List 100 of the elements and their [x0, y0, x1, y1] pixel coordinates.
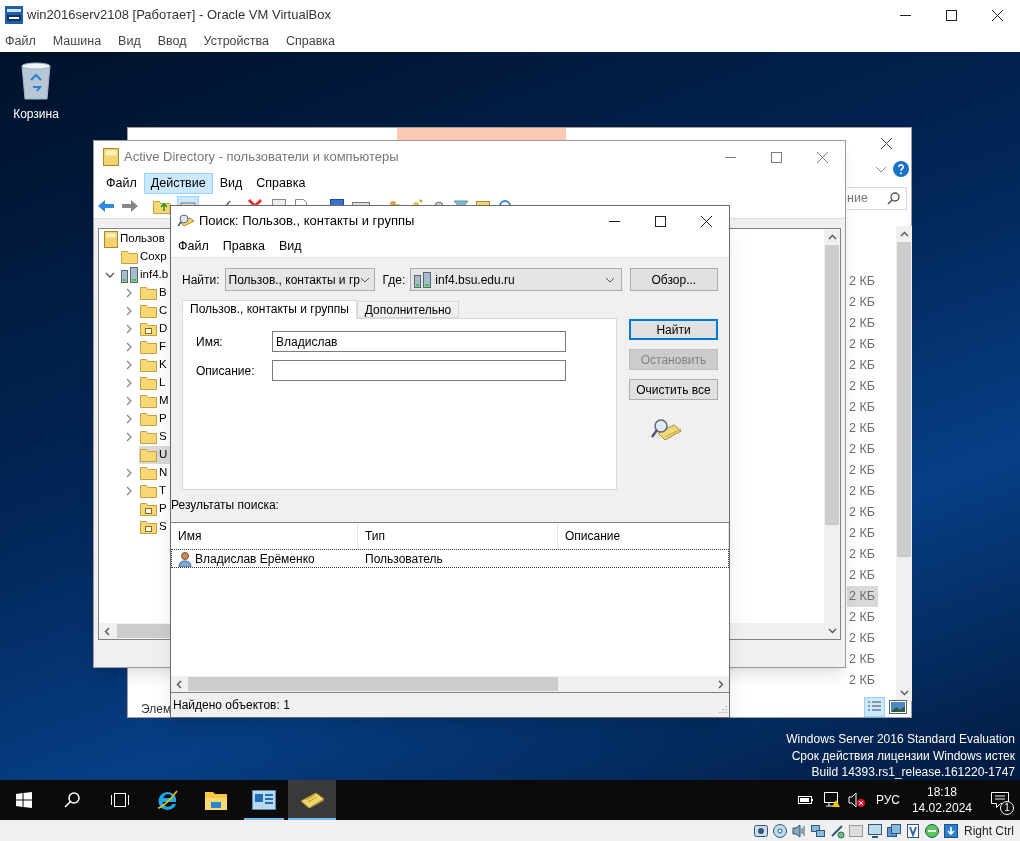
size-cell-text: 2 КБ — [848, 504, 876, 521]
edition-notice-line: Build 14393.rs1_release.161220-1747 — [811, 764, 1015, 781]
action-button[interactable]: Очистить все — [629, 379, 718, 400]
tree-item[interactable]: D — [139, 320, 174, 338]
scroll-left-icon[interactable] — [104, 626, 110, 636]
menu-item[interactable]: Файл — [1, 31, 40, 51]
tree-item[interactable]: L — [139, 374, 172, 392]
tree-item[interactable]: S — [139, 518, 173, 536]
menu-item[interactable]: Справка — [281, 31, 339, 51]
tree-item[interactable]: B — [139, 284, 173, 302]
scroll-left-icon[interactable] — [176, 679, 182, 689]
forward-arrow-icon[interactable] — [121, 199, 139, 213]
folder-up-icon[interactable] — [153, 198, 171, 214]
language-indicator[interactable]: РУС — [875, 791, 900, 809]
vertical-scrollbar[interactable] — [896, 226, 912, 701]
tree-item[interactable]: T — [139, 482, 173, 500]
chevron-down-icon[interactable] — [875, 166, 887, 173]
tree-item[interactable]: N — [139, 464, 174, 482]
size-cell-text: 2 КБ — [848, 294, 876, 311]
menu-item[interactable]: Справка — [249, 173, 313, 194]
tree-item-label: F — [159, 339, 167, 355]
dropdown[interactable]: inf4.bsu.edu.ru — [410, 268, 622, 291]
help-icon[interactable] — [893, 161, 909, 177]
browse-button[interactable]: Обзор... — [629, 268, 718, 291]
scrollbar-thumb[interactable] — [825, 245, 839, 525]
folder-icon — [140, 358, 157, 372]
menu-item[interactable]: Вид — [114, 31, 145, 51]
tree-item[interactable]: inf4.b — [120, 266, 175, 284]
folder-icon — [140, 376, 157, 390]
scroll-up-icon[interactable] — [899, 231, 909, 237]
display-icon[interactable] — [867, 822, 883, 839]
scroll-up-icon[interactable] — [827, 234, 837, 240]
tab[interactable]: Пользов., контакты и группы — [182, 300, 357, 319]
tree-item[interactable]: P — [139, 500, 173, 518]
vertical-scrollbar[interactable] — [824, 229, 840, 639]
audio-icon[interactable] — [791, 822, 807, 839]
folder-icon — [140, 412, 157, 426]
size-cell-text: 2 КБ — [848, 273, 876, 290]
scroll-down-icon[interactable] — [827, 628, 837, 634]
tree-item[interactable]: S — [139, 428, 173, 446]
text-field[interactable] — [272, 360, 566, 381]
menu-item[interactable]: Действие — [143, 173, 213, 194]
taskbar-app[interactable] — [288, 780, 336, 820]
action-button[interactable]: Найти — [629, 319, 718, 340]
column-header[interactable]: Описание — [558, 523, 729, 549]
search-field[interactable]: ние — [847, 187, 907, 210]
menu-item[interactable]: Файл — [99, 173, 144, 194]
scroll-right-icon[interactable] — [718, 679, 724, 689]
domain-icon — [121, 267, 138, 283]
close-icon[interactable] — [881, 138, 892, 149]
tiles-view-icon[interactable] — [889, 700, 907, 714]
scrollbar-thumb[interactable] — [188, 677, 558, 691]
search-folder-icon — [299, 790, 325, 810]
desktop-icon-label[interactable]: Корзина — [13, 105, 59, 123]
virtual-machine-icon — [5, 6, 23, 24]
tree-item-label: Пользов — [120, 231, 165, 247]
size-cell: 2 КБ — [847, 586, 878, 607]
tree-item[interactable]: C — [139, 302, 174, 320]
battery-icon[interactable] — [797, 795, 814, 805]
menu-item[interactable]: Правка — [217, 237, 270, 256]
close-icon — [700, 215, 712, 227]
text-field[interactable]: Владислав — [272, 331, 566, 352]
video-capture-icon[interactable] — [886, 822, 902, 839]
menu-item[interactable]: Вид — [212, 173, 250, 194]
column-header[interactable]: Тип — [358, 523, 558, 549]
clock[interactable]: 18:18 14.02.2024 — [911, 784, 972, 816]
size-cell-text: 2 КБ — [848, 441, 876, 458]
keyboard-capture-icon[interactable] — [943, 822, 959, 839]
scrollbar-thumb[interactable] — [897, 242, 911, 557]
tree-item-label: S — [159, 429, 167, 445]
resize-grip-icon[interactable] — [717, 705, 727, 715]
size-cell-text: 2 КБ — [848, 546, 876, 563]
recycle-bin-icon[interactable] — [19, 60, 53, 100]
back-arrow-icon[interactable] — [97, 199, 115, 213]
menu-item[interactable]: Устройства — [199, 31, 273, 51]
optical-disc-icon[interactable] — [772, 822, 788, 839]
tree-item[interactable]: K — [139, 356, 173, 374]
menu-item[interactable]: Машина — [48, 31, 106, 51]
tab[interactable]: Дополнительно — [356, 301, 460, 318]
console-icon — [252, 790, 276, 810]
edition-notice-line: Срок действия лицензии Windows истек — [791, 747, 1015, 764]
menu-item[interactable]: Ввод — [153, 31, 191, 51]
scroll-down-icon[interactable] — [899, 690, 909, 696]
tree-item[interactable]: F — [139, 338, 173, 356]
result-row[interactable]: Владислав Ерёменко Пользователь — [171, 549, 729, 568]
network-warning-icon[interactable] — [823, 792, 842, 808]
menu-item[interactable]: Файл — [173, 237, 214, 256]
tree-item[interactable]: Сохр — [120, 248, 173, 266]
tree-item[interactable]: P — [139, 410, 173, 428]
speaker-muted-icon[interactable] — [847, 792, 866, 808]
maximize-icon — [654, 215, 666, 227]
horizontal-scrollbar[interactable] — [171, 676, 729, 692]
tree-item-label: N — [159, 465, 168, 481]
notification-button[interactable]: 1 — [980, 780, 1020, 820]
dropdown[interactable]: Пользов., контакты и гр — [224, 268, 375, 291]
tree-item-label: P — [159, 501, 167, 517]
column-header[interactable]: Имя — [171, 523, 358, 549]
tree-item[interactable]: Пользов — [103, 230, 171, 248]
network-icon[interactable] — [810, 822, 826, 839]
menu-item[interactable]: Вид — [273, 237, 307, 256]
